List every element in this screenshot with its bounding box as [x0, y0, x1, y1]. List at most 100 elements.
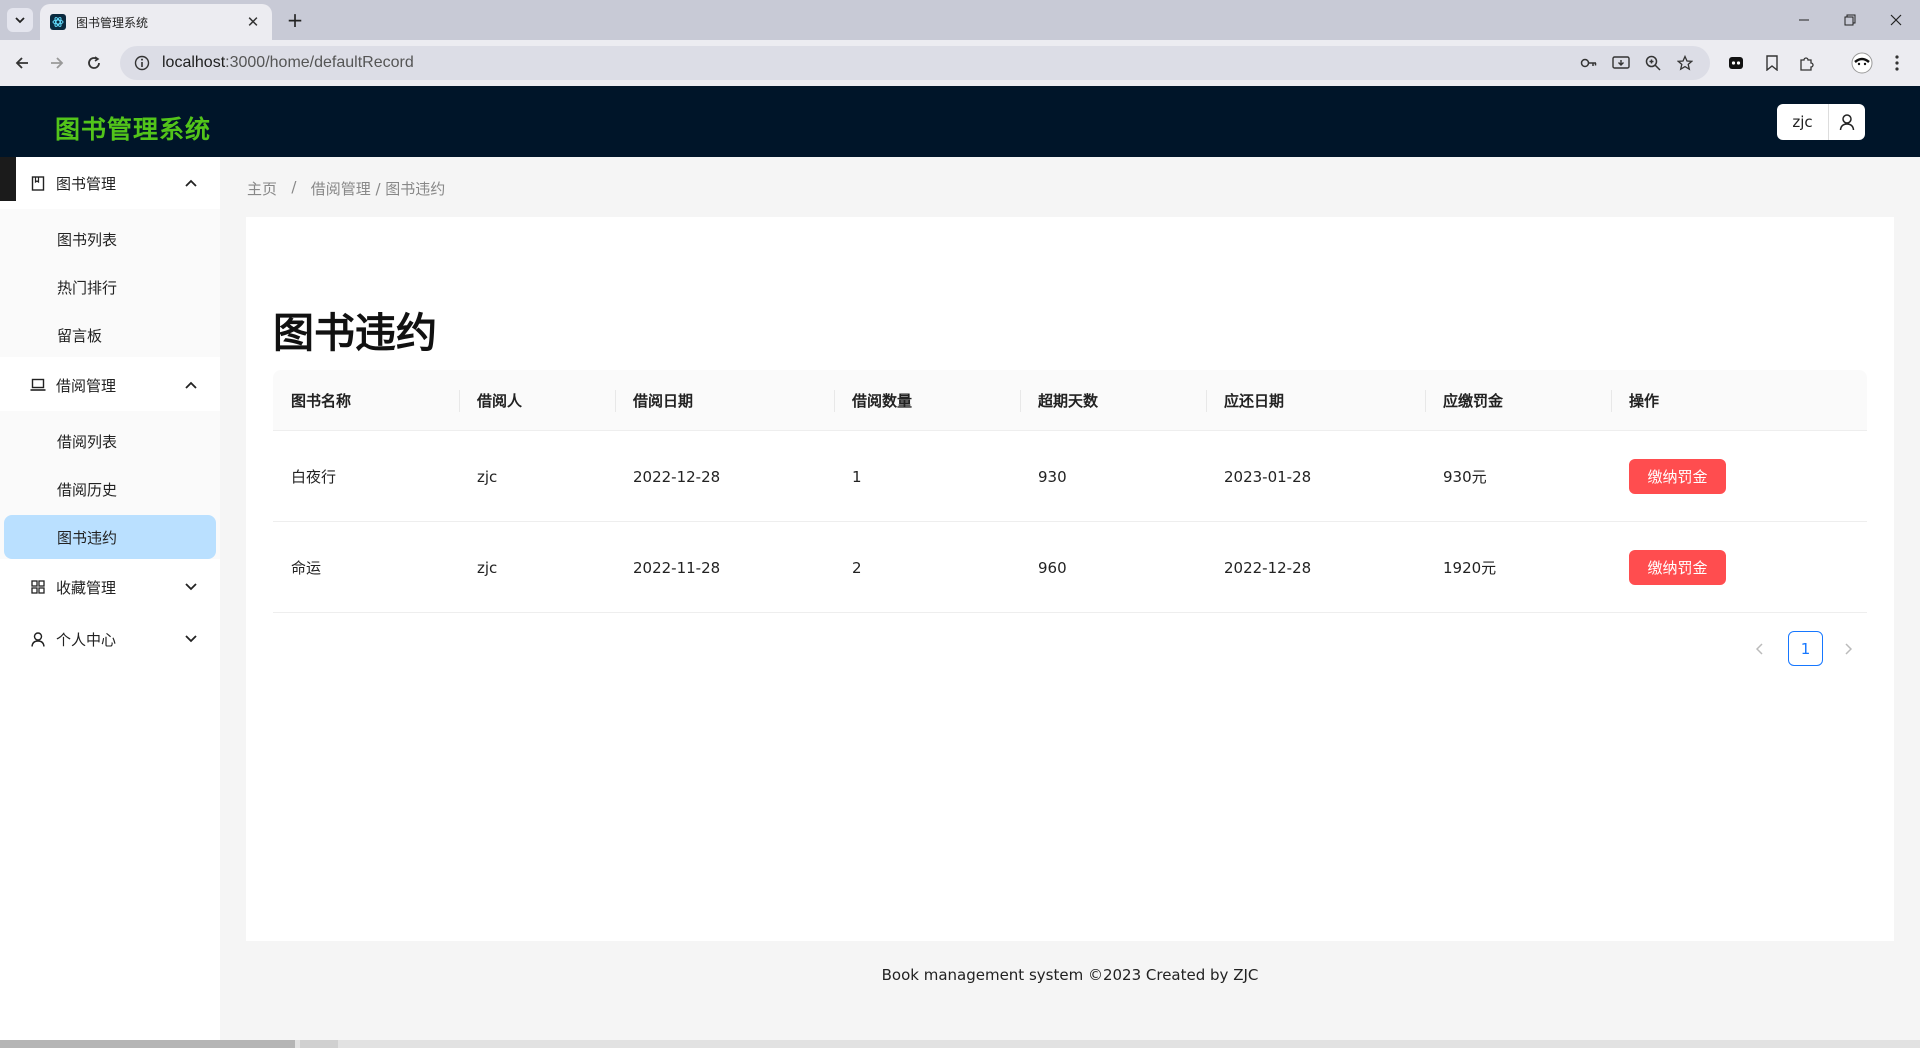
- sidebar: 图书管理 图书列表 热门排行 留言板 借阅管理 借阅列表 借阅历史 图书违约 收…: [0, 157, 220, 1048]
- menu-group-book-management[interactable]: 图书管理: [0, 157, 220, 209]
- content-card: 图书违约 图书名称 借阅人 借阅日期 借阅数量 超期天数 应还日期 应缴罚金 操…: [246, 217, 1894, 941]
- column-divider: [1020, 390, 1021, 412]
- zoom-icon[interactable]: [1644, 54, 1662, 72]
- menu-group-label: 图书管理: [56, 174, 117, 193]
- tab-title: 图书管理系统: [76, 15, 149, 30]
- chevron-up-icon: [184, 179, 198, 187]
- close-window-button[interactable]: [1876, 6, 1916, 34]
- cell-quantity: 1: [852, 467, 862, 486]
- install-app-icon[interactable]: [1612, 54, 1630, 72]
- arrow-right-icon: [51, 57, 64, 69]
- page-title: 图书违约: [273, 309, 437, 357]
- browser-menu-icon[interactable]: [1887, 53, 1907, 73]
- bookmark-star-icon[interactable]: [1676, 54, 1694, 72]
- horizontal-scrollbar[interactable]: [0, 1040, 1920, 1048]
- sidebar-item-book-violation[interactable]: 图书违约: [4, 515, 216, 559]
- column-header: 超期天数: [1038, 392, 1099, 410]
- cell-fine: 1920元: [1443, 559, 1497, 577]
- cell-quantity: 2: [852, 558, 862, 577]
- footer: Book management system ©2023 Created by …: [881, 966, 1259, 984]
- back-button[interactable]: [10, 51, 34, 75]
- cell-book-name: 白夜行: [291, 468, 337, 486]
- cell-fine: 930元: [1443, 468, 1487, 486]
- pay-fine-button[interactable]: 缴纳罚金: [1629, 550, 1726, 585]
- column-header: 借阅人: [477, 392, 523, 410]
- menu-group-favorites[interactable]: 收藏管理: [0, 561, 220, 613]
- password-key-icon[interactable]: [1580, 54, 1598, 72]
- bookmark-icon[interactable]: [1762, 53, 1782, 73]
- table-header: 图书名称 借阅人 借阅日期 借阅数量 超期天数 应还日期 应缴罚金 操作: [273, 370, 1867, 431]
- menu-group-label: 收藏管理: [56, 578, 117, 597]
- pagination-page[interactable]: 1: [1788, 631, 1823, 666]
- table-row: 命运 zjc 2022-11-28 2 960 2022-12-28 1920元…: [273, 522, 1867, 613]
- menu-group-label: 借阅管理: [56, 376, 117, 395]
- extension-dark-icon[interactable]: [1726, 53, 1746, 73]
- cell-borrow-date: 2022-11-28: [633, 558, 721, 577]
- reload-icon: [88, 56, 100, 69]
- pagination: 1: [246, 631, 1894, 666]
- sidebar-item-book-list[interactable]: 图书列表: [4, 217, 216, 261]
- breadcrumb-current: 借阅管理 / 图书违约: [310, 180, 446, 198]
- menu-group-borrow-management[interactable]: 借阅管理: [0, 359, 220, 411]
- column-header: 图书名称: [291, 392, 352, 410]
- sidebar-item-message-board[interactable]: 留言板: [4, 313, 216, 357]
- extensions-puzzle-icon[interactable]: [1797, 53, 1817, 73]
- sidebar-item-borrow-list[interactable]: 借阅列表: [4, 419, 216, 463]
- address-bar[interactable]: localhost:3000/home/defaultRecord: [120, 46, 1710, 80]
- new-tab-button[interactable]: +: [282, 7, 308, 33]
- user-menu[interactable]: zjc: [1777, 104, 1865, 140]
- breadcrumb-home[interactable]: 主页: [247, 178, 277, 199]
- chevron-down-icon: [184, 635, 198, 643]
- menu-group-label: 个人中心: [56, 630, 117, 649]
- cell-overdue-days: 960: [1038, 558, 1067, 577]
- appstore-icon: [30, 579, 46, 595]
- tab-search-button[interactable]: [7, 8, 33, 32]
- cell-borrower: zjc: [477, 467, 498, 486]
- browser-toolbar: localhost:3000/home/defaultRecord: [0, 40, 1920, 86]
- cell-due-date: 2022-12-28: [1224, 558, 1312, 577]
- minimize-button[interactable]: [1784, 6, 1824, 34]
- pay-fine-button[interactable]: 缴纳罚金: [1629, 459, 1726, 494]
- submenu-borrow-management: 借阅列表 借阅历史 图书违约: [0, 411, 220, 559]
- app-logo[interactable]: 图书管理系统: [55, 110, 211, 146]
- username[interactable]: zjc: [1777, 104, 1829, 140]
- sidebar-item-borrow-history[interactable]: 借阅历史: [4, 467, 216, 511]
- column-header: 应缴罚金: [1443, 392, 1504, 410]
- pagination-prev[interactable]: [1746, 632, 1774, 666]
- cell-overdue-days: 930: [1038, 467, 1067, 486]
- react-favicon-icon: [50, 14, 66, 30]
- breadcrumb-separator: [277, 178, 291, 199]
- user-icon[interactable]: [1829, 104, 1865, 140]
- chevron-down-icon: [15, 17, 25, 24]
- chevron-left-icon: [1756, 642, 1763, 655]
- column-header: 借阅日期: [633, 392, 694, 410]
- table-row: 白夜行 zjc 2022-12-28 1 930 2023-01-28 930元…: [273, 431, 1867, 522]
- chevron-down-icon: [184, 583, 198, 591]
- tab-close-icon[interactable]: ✕: [244, 13, 262, 31]
- chevron-right-icon: [1845, 642, 1852, 655]
- column-header: 借阅数量: [852, 392, 913, 410]
- cell-borrow-date: 2022-12-28: [633, 467, 721, 486]
- column-divider: [615, 390, 616, 412]
- chevron-up-icon: [184, 381, 198, 389]
- sidebar-item-hot-ranking[interactable]: 热门排行: [4, 265, 216, 309]
- column-divider: [459, 390, 460, 412]
- forward-button[interactable]: [45, 51, 69, 75]
- violation-table: 图书名称 借阅人 借阅日期 借阅数量 超期天数 应还日期 应缴罚金 操作 白夜行…: [273, 370, 1867, 613]
- site-info-icon[interactable]: [134, 55, 150, 71]
- scrollbar-thumb[interactable]: [0, 1040, 295, 1048]
- scrollbar-track-segment: [300, 1040, 338, 1048]
- profile-avatar[interactable]: [1850, 51, 1874, 75]
- pagination-next[interactable]: [1834, 632, 1862, 666]
- browser-tab[interactable]: 图书管理系统 ✕: [40, 4, 272, 40]
- column-divider: [1206, 390, 1207, 412]
- menu-group-personal-center[interactable]: 个人中心: [0, 613, 220, 665]
- column-divider: [834, 390, 835, 412]
- cell-book-name: 命运: [291, 559, 322, 577]
- arrow-left-icon: [15, 57, 28, 69]
- app-header: 图书管理系统 zjc: [0, 86, 1920, 157]
- laptop-icon: [30, 377, 46, 393]
- column-header: 操作: [1629, 392, 1660, 410]
- restore-button[interactable]: [1830, 6, 1870, 34]
- reload-button[interactable]: [82, 51, 106, 75]
